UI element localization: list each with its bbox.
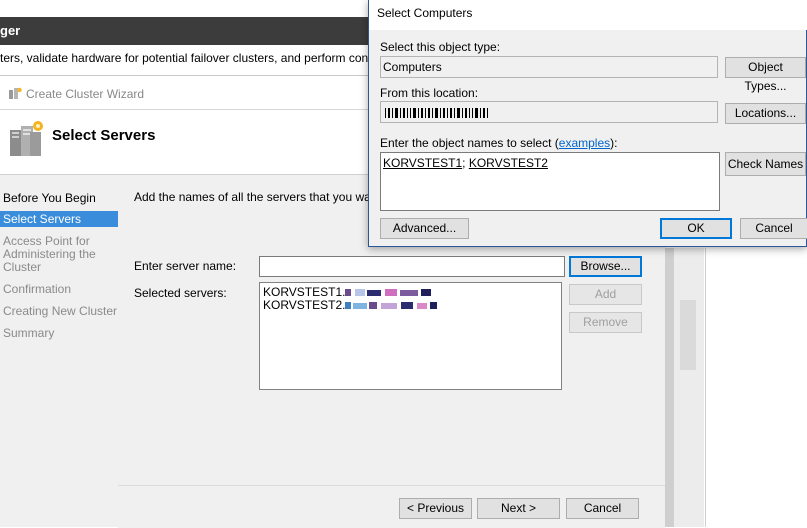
previous-button[interactable]: < Previous [399, 498, 472, 519]
background-scrollbar[interactable] [673, 248, 704, 527]
wizard-steps: Before You Begin Select Servers Access P… [0, 175, 118, 527]
object-types-button[interactable]: Object Types... [725, 57, 806, 93]
location-field [380, 101, 718, 123]
server-name-input[interactable] [259, 256, 565, 277]
dialog-cancel-button[interactable]: Cancel [740, 218, 807, 239]
ok-button[interactable]: OK [660, 218, 732, 239]
step-access-point-line3: Cluster [3, 260, 42, 274]
location-label: From this location: [380, 86, 479, 100]
redacted-domain-icon [345, 302, 438, 310]
browse-button[interactable]: Browse... [569, 256, 642, 277]
background-panel [705, 248, 807, 527]
step-summary: Summary [3, 326, 55, 340]
server-name-text: KORVSTEST1. [263, 285, 346, 299]
next-button[interactable]: Next > [477, 498, 560, 519]
background-strip [665, 248, 673, 527]
servers-icon [10, 121, 43, 156]
wizard-title-text: Create Cluster Wizard [26, 87, 145, 101]
resolved-name-1: KORVSTEST1 [383, 156, 463, 170]
scrollbar-thumb[interactable] [680, 300, 696, 370]
object-type-label: Select this object type: [380, 40, 501, 54]
manager-description: ters, validate hardware for potential fa… [0, 51, 402, 65]
selected-servers-list[interactable]: KORVSTEST1. KORVSTEST2. [259, 282, 562, 390]
redacted-location-icon [385, 107, 488, 118]
resolved-name-2: KORVSTEST2 [468, 156, 548, 170]
step-creating-new-cluster: Creating New Cluster [3, 304, 118, 318]
object-type-field: Computers [380, 56, 718, 78]
server-name-text: KORVSTEST2. [263, 298, 346, 312]
step-confirmation: Confirmation [3, 282, 72, 296]
step-select-servers[interactable]: Select Servers [0, 211, 118, 227]
divider [0, 75, 372, 76]
manager-title-bar: ger [0, 17, 372, 45]
page-title: Select Servers [52, 127, 156, 144]
object-names-value[interactable]: KORVSTEST1; KORVSTEST2 [383, 156, 548, 170]
list-item[interactable]: KORVSTEST2. [263, 299, 439, 312]
wizard-title: Create Cluster Wizard [8, 87, 144, 101]
remove-button[interactable]: Remove [569, 312, 642, 333]
object-names-label: Enter the object names to select (exampl… [380, 136, 617, 150]
cluster-wizard-icon [9, 87, 22, 99]
locations-button[interactable]: Locations... [725, 103, 806, 124]
redacted-domain-icon [345, 289, 432, 297]
divider [0, 109, 372, 110]
examples-link[interactable]: examples [559, 136, 610, 150]
check-names-button[interactable]: Check Names [725, 152, 806, 176]
server-name-label: Enter server name: [134, 259, 237, 273]
object-names-label-text: Enter the object names to select ( [380, 136, 559, 150]
object-names-label-end: ): [610, 136, 618, 150]
name-separator: ; [462, 156, 469, 170]
dialog-title: Select Computers [377, 6, 473, 20]
selected-servers-label: Selected servers: [134, 286, 227, 300]
instructions-text: Add the names of all the servers that yo… [134, 190, 405, 204]
manager-title: ger [0, 23, 21, 38]
add-button[interactable]: Add [569, 284, 642, 305]
wizard-cancel-button[interactable]: Cancel [566, 498, 639, 519]
advanced-button[interactable]: Advanced... [380, 218, 469, 239]
step-before-you-begin[interactable]: Before You Begin [3, 192, 96, 205]
